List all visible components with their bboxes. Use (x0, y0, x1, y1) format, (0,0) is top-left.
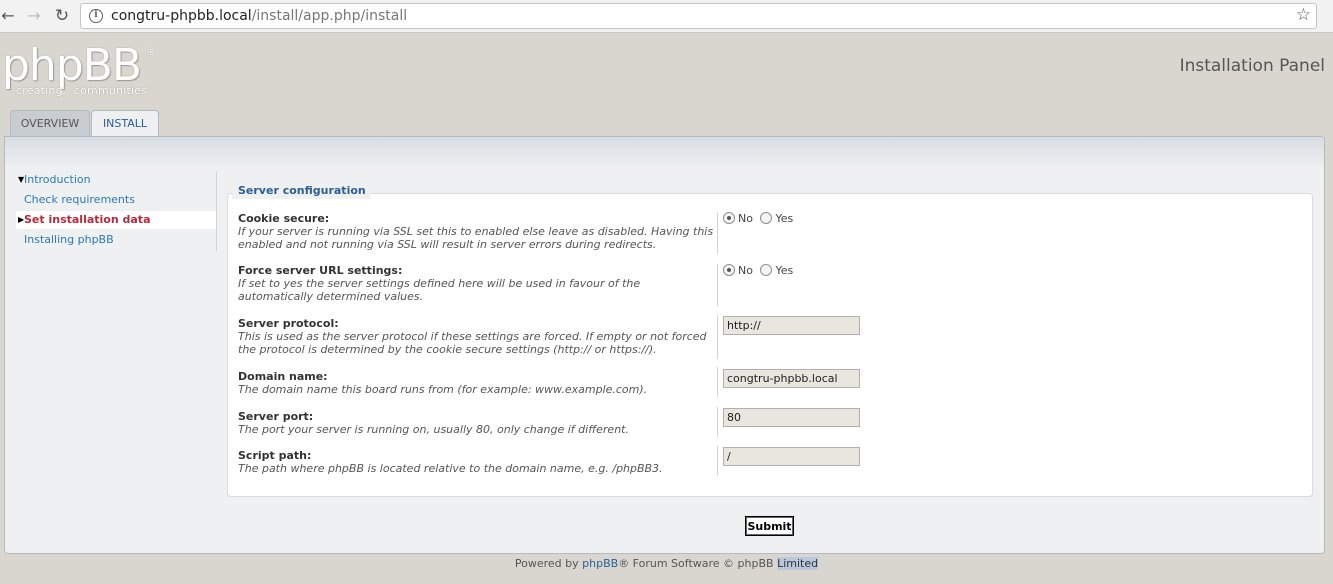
sidebar-item-label: Introduction (24, 173, 91, 186)
server-port-input[interactable] (723, 408, 860, 427)
server-protocol-label: Server protocol: This is used as the ser… (238, 317, 714, 356)
field-description: The port your server is running on, usua… (238, 423, 629, 436)
force-server-url-no-radio[interactable] (723, 264, 735, 276)
logo-registered-mark: ® (146, 45, 157, 58)
radio-label: No (738, 212, 753, 225)
field-title: Server protocol: (238, 317, 339, 330)
sidebar-item-label: Installing phpBB (24, 233, 114, 246)
cookie-secure-yes-radio[interactable] (760, 212, 773, 224)
script-path-row: Script path: The path where phpBB is loc… (228, 446, 1314, 477)
sidebar-item-label: Set installation data (24, 213, 151, 226)
field-description: The domain name this board runs from (fo… (238, 383, 648, 396)
row-divider (717, 315, 718, 359)
footer-limited-selected-text: Limited (777, 557, 819, 570)
row-divider (717, 212, 718, 254)
domain-name-row: Domain name: The domain name this board … (228, 367, 1314, 398)
back-arrow-icon[interactable]: ← (0, 6, 18, 26)
browser-toolbar: ← → ↻ i congtru-phpbb.local/install/app.… (0, 0, 1333, 33)
footer-copyright: ® Forum Software © phpBB (618, 557, 778, 570)
url-host: congtru-phpbb.local (111, 8, 252, 24)
cookie-secure-row: Cookie secure: If your server is running… (228, 212, 1314, 254)
server-configuration-fieldset: Cookie secure: If your server is running… (227, 193, 1313, 497)
cookie-secure-no-radio[interactable] (723, 212, 735, 224)
tab-overview[interactable]: OVERVIEW (10, 110, 90, 137)
force-server-url-radio-group: No Yes (723, 264, 797, 277)
url-path: /install/app.php/install (251, 8, 408, 24)
bookmark-star-icon[interactable]: ☆ (1296, 5, 1311, 25)
current-step-icon: ▶ (18, 215, 25, 224)
row-divider (717, 367, 718, 397)
footer-prefix: Powered by (514, 557, 583, 570)
completed-step-icon: ▼ (18, 175, 25, 184)
field-description: If your server is running via SSL set th… (238, 225, 714, 251)
footer-phpbb-link[interactable]: phpBB (582, 557, 618, 570)
row-divider (717, 446, 718, 476)
domain-name-label: Domain name: The domain name this board … (238, 370, 714, 396)
sidebar-divider (216, 171, 217, 251)
row-divider (717, 407, 718, 437)
radio-label: Yes (775, 264, 794, 277)
sidebar-item-label: Check requirements (24, 193, 135, 206)
field-title: Script path: (238, 449, 312, 462)
field-description: This is used as the server protocol if t… (238, 330, 707, 356)
field-description: If set to yes the server settings define… (238, 277, 641, 303)
server-protocol-input[interactable] (723, 316, 860, 335)
field-title: Force server URL settings: (238, 264, 403, 277)
script-path-label: Script path: The path where phpBB is loc… (238, 449, 714, 475)
reload-icon[interactable]: ↻ (52, 6, 72, 26)
radio-label: No (738, 264, 753, 277)
force-server-url-row: Force server URL settings: If set to yes… (228, 264, 1314, 306)
server-port-label: Server port: The port your server is run… (238, 410, 714, 436)
logo-tagline: creating communities (16, 84, 148, 97)
main-panel: ▼ Introduction Check requirements ▶ Set … (4, 136, 1325, 554)
cookie-secure-label: Cookie secure: If your server is running… (238, 212, 714, 251)
tab-install[interactable]: INSTALL (91, 110, 159, 138)
server-protocol-row: Server protocol: This is used as the ser… (228, 315, 1314, 359)
submit-button[interactable]: Submit (745, 516, 794, 536)
sidebar-item-introduction[interactable]: ▼ Introduction (16, 171, 216, 189)
row-divider (717, 264, 718, 306)
script-path-input[interactable] (723, 447, 860, 466)
sidebar-item-check-requirements[interactable]: Check requirements (16, 191, 216, 209)
force-server-url-label: Force server URL settings: If set to yes… (238, 264, 714, 303)
force-server-url-yes-radio[interactable] (760, 264, 773, 276)
panel-title: Installation Panel (1179, 56, 1325, 76)
fieldset-legend: Server configuration (232, 184, 370, 199)
field-description: The path where phpBB is located relative… (238, 462, 663, 475)
footer: Powered by phpBB® Forum Software © phpBB… (0, 557, 1333, 570)
phpbb-logo[interactable]: phpBB ® creating communities (2, 40, 162, 100)
field-title: Domain name: (238, 370, 328, 383)
sidebar-item-set-installation-data[interactable]: ▶ Set installation data (16, 211, 216, 229)
panel-header-gradient (5, 137, 1324, 169)
forward-arrow-icon[interactable]: → (24, 6, 44, 26)
domain-name-input[interactable] (723, 369, 860, 388)
server-port-row: Server port: The port your server is run… (228, 407, 1314, 438)
address-bar[interactable]: i congtru-phpbb.local/install/app.php/in… (80, 3, 1317, 29)
field-title: Cookie secure: (238, 212, 330, 225)
sidebar-item-installing-phpbb[interactable]: Installing phpBB (16, 231, 216, 249)
info-icon[interactable]: i (89, 9, 103, 23)
url-text: congtru-phpbb.local/install/app.php/inst… (111, 8, 407, 24)
radio-label: Yes (775, 212, 794, 225)
field-title: Server port: (238, 410, 314, 423)
cookie-secure-radio-group: No Yes (723, 212, 797, 225)
